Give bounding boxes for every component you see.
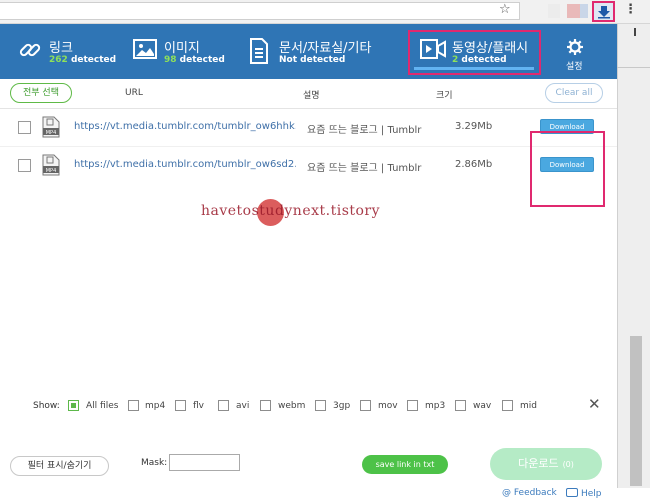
detected-label: detected bbox=[179, 55, 225, 65]
detected-label: detected bbox=[70, 55, 117, 65]
filter-checkbox-all[interactable] bbox=[68, 400, 79, 411]
filter-toggle-button[interactable]: 필터 표시/숨기기 bbox=[10, 456, 109, 476]
filter-label: avi bbox=[236, 401, 250, 411]
mp4-file-icon: MP4 bbox=[42, 116, 60, 138]
row-size: 3.29Mb bbox=[455, 121, 493, 132]
watermark-text: havetostudynext.tistory bbox=[201, 203, 381, 219]
filter-label: mid bbox=[520, 401, 537, 411]
list-item: MP4 https://vt.media.tumblr.com/tumblr_o… bbox=[0, 109, 617, 147]
tab-links-count: 262 detected bbox=[49, 55, 116, 65]
help-link[interactable]: Help bbox=[566, 488, 602, 499]
divider bbox=[634, 28, 636, 36]
filter-label: 3gp bbox=[333, 401, 351, 411]
feedback-link[interactable]: @ Feedback bbox=[502, 488, 557, 498]
row-description: 요즘 뜨는 블로그 | Tumblr bbox=[307, 125, 422, 136]
filter-label: mp4 bbox=[145, 401, 166, 411]
gear-icon bbox=[567, 39, 583, 55]
row-url[interactable]: https://vt.media.tumblr.com/tumblr_ow6hh… bbox=[74, 121, 296, 132]
tab-documents-title: 문서/자료실/기타 bbox=[279, 41, 372, 56]
bookmark-star-icon[interactable]: ☆ bbox=[499, 3, 511, 17]
scrollbar-thumb[interactable] bbox=[630, 336, 642, 486]
column-url: URL bbox=[125, 88, 143, 98]
active-tab-indicator bbox=[414, 67, 534, 70]
download-all-button[interactable]: 다운로드 (0) bbox=[490, 448, 602, 480]
feedback-icon: @ bbox=[502, 488, 511, 498]
downloader-extension-button[interactable] bbox=[592, 1, 615, 22]
filter-label: webm bbox=[278, 401, 306, 411]
column-size: 크기 bbox=[436, 91, 453, 101]
tab-video-count: 2 detected bbox=[452, 55, 507, 65]
extension-icon[interactable] bbox=[580, 4, 588, 18]
filter-checkbox-avi[interactable] bbox=[218, 400, 229, 411]
detected-count: 98 bbox=[164, 55, 177, 65]
download-all-label: 다운로드 bbox=[518, 457, 559, 470]
tab-images[interactable]: 이미지 98 detected bbox=[120, 24, 240, 79]
clear-all-button[interactable]: Clear all bbox=[545, 83, 603, 103]
mask-input[interactable] bbox=[169, 454, 240, 471]
filter-label: mov bbox=[378, 401, 398, 411]
filter-label: mp3 bbox=[425, 401, 446, 411]
video-icon bbox=[420, 39, 446, 59]
category-header: 링크 262 detected 이미지 98 detected 문서/자료실/기… bbox=[0, 24, 617, 79]
tab-video[interactable]: 동영상/플래시 2 detected bbox=[410, 24, 540, 79]
file-type-label: MP4 bbox=[46, 168, 57, 174]
filter-label: flv bbox=[193, 401, 204, 411]
filter-label: All files bbox=[86, 401, 119, 411]
filter-checkbox-webm[interactable] bbox=[260, 400, 271, 411]
detected-label: detected bbox=[461, 55, 507, 65]
filter-label: wav bbox=[473, 401, 492, 411]
tab-images-count: 98 detected bbox=[164, 55, 225, 65]
tab-links-title: 링크 bbox=[49, 41, 73, 56]
help-chat-icon bbox=[566, 488, 578, 497]
download-arrow-icon bbox=[598, 6, 610, 19]
save-link-txt-button[interactable]: save link in txt bbox=[362, 455, 448, 474]
link-icon bbox=[19, 43, 41, 57]
filter-checkbox-flv[interactable] bbox=[175, 400, 186, 411]
extension-icon[interactable] bbox=[548, 4, 560, 18]
extension-icon[interactable] bbox=[567, 4, 581, 18]
file-type-label: MP4 bbox=[46, 130, 57, 136]
divider bbox=[617, 67, 650, 68]
list-item: MP4 https://vt.media.tumblr.com/tumblr_o… bbox=[0, 147, 617, 185]
filter-checkbox-wav[interactable] bbox=[455, 400, 466, 411]
tab-video-title: 동영상/플래시 bbox=[452, 41, 529, 56]
download-count: (0) bbox=[562, 460, 574, 469]
detected-count: 2 bbox=[452, 55, 459, 65]
tab-images-title: 이미지 bbox=[164, 41, 200, 56]
row-description: 요즘 뜨는 블로그 | Tumblr bbox=[307, 163, 422, 174]
detected-count: 262 bbox=[49, 55, 68, 65]
filter-checkbox-3gp[interactable] bbox=[315, 400, 326, 411]
row-checkbox[interactable] bbox=[18, 121, 31, 134]
download-buttons-highlight bbox=[530, 131, 605, 207]
browser-toolbar: ☆ ⋮ bbox=[0, 0, 650, 24]
close-icon[interactable]: ✕ bbox=[588, 397, 601, 412]
document-icon bbox=[250, 38, 268, 64]
browser-menu-icon[interactable]: ⋮ bbox=[624, 3, 637, 17]
tab-documents-status: Not detected bbox=[279, 55, 346, 65]
filter-checkbox-mp3[interactable] bbox=[407, 400, 418, 411]
filter-checkbox-mp4[interactable] bbox=[128, 400, 139, 411]
list-header: 전부 선택 URL 설명 크기 Clear all bbox=[0, 79, 617, 109]
mask-label: Mask: bbox=[141, 458, 168, 468]
filter-checkbox-mid[interactable] bbox=[502, 400, 513, 411]
mp4-file-icon: MP4 bbox=[42, 154, 60, 176]
address-bar[interactable] bbox=[0, 2, 520, 20]
feedback-label: Feedback bbox=[513, 488, 557, 498]
help-label: Help bbox=[581, 489, 602, 499]
column-description: 설명 bbox=[303, 91, 320, 101]
row-checkbox[interactable] bbox=[18, 159, 31, 172]
tab-links[interactable]: 링크 262 detected bbox=[0, 24, 120, 79]
row-url[interactable]: https://vt.media.tumblr.com/tumblr_ow6sd… bbox=[74, 159, 296, 170]
show-label: Show: bbox=[33, 401, 60, 411]
tab-documents[interactable]: 문서/자료실/기타 Not detected bbox=[245, 24, 405, 79]
image-icon bbox=[133, 39, 157, 59]
settings-label: 설정 bbox=[566, 62, 583, 72]
select-all-button[interactable]: 전부 선택 bbox=[10, 83, 72, 103]
filter-checkbox-mov[interactable] bbox=[360, 400, 371, 411]
row-size: 2.86Mb bbox=[455, 159, 493, 170]
downloader-popup: 링크 262 detected 이미지 98 detected 문서/자료실/기… bbox=[0, 24, 617, 499]
